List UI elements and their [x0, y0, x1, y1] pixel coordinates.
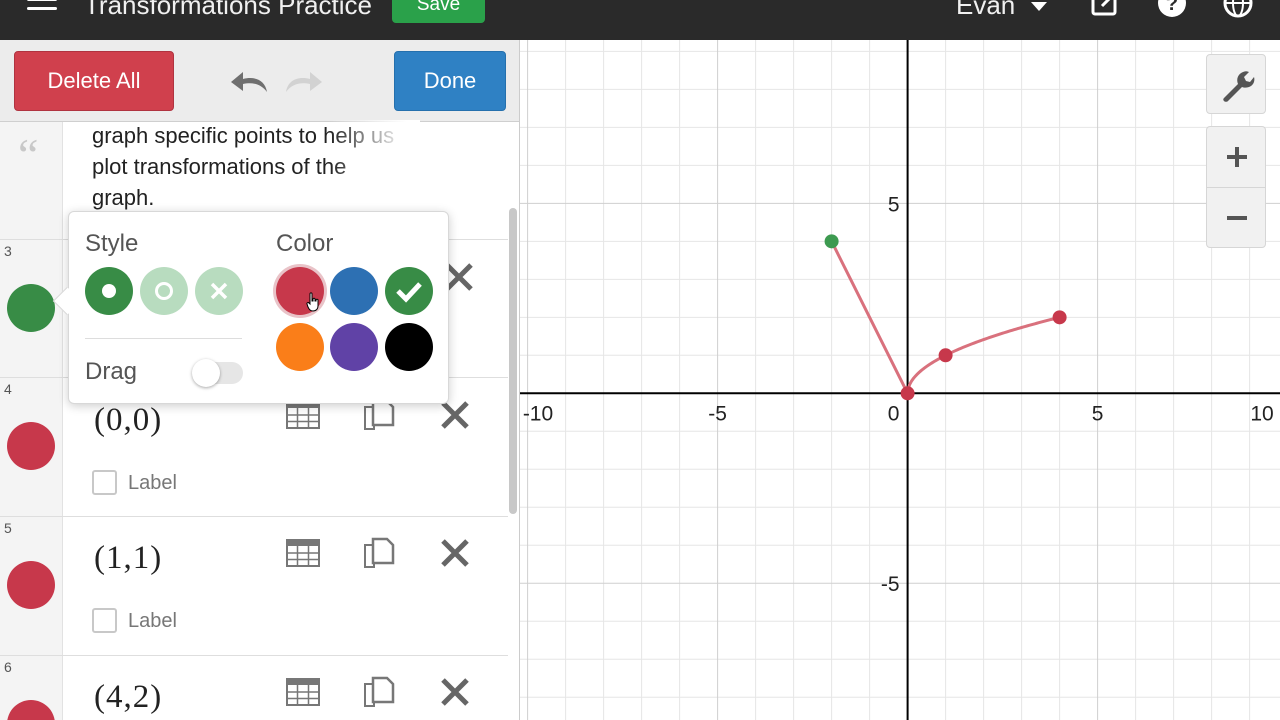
color-swatch-black[interactable]: [385, 323, 433, 371]
user-menu[interactable]: Evan: [956, 0, 1015, 21]
expression-color-dot[interactable]: [7, 422, 55, 470]
top-bar: Transformations Practice Save Evan ?: [0, 0, 1280, 40]
label-checkbox[interactable]: [92, 470, 117, 495]
note-fade: [330, 120, 420, 215]
style-heading: Style: [85, 230, 139, 257]
toggle-knob[interactable]: [192, 359, 220, 387]
graph-settings-button[interactable]: [1206, 54, 1266, 114]
quote-icon: “: [18, 129, 39, 180]
svg-text:?: ?: [1166, 0, 1178, 15]
graph-point: [938, 348, 953, 363]
x-tick-label: -10: [523, 402, 553, 425]
delete-all-button[interactable]: Delete All: [14, 51, 174, 111]
expression-input[interactable]: (0,0): [94, 402, 162, 439]
duplicate-icon[interactable]: [362, 675, 396, 709]
label-checkbox-text[interactable]: Label: [128, 472, 177, 495]
done-button[interactable]: Done: [394, 51, 506, 111]
row-divider: [0, 655, 508, 656]
cross-icon: [210, 282, 228, 300]
undo-icon[interactable]: [229, 68, 271, 96]
check-icon: [396, 282, 422, 303]
globe-icon[interactable]: [1223, 0, 1253, 18]
row-divider: [0, 516, 508, 517]
panel-scrollbar[interactable]: [509, 208, 517, 514]
help-icon[interactable]: ?: [1157, 0, 1187, 18]
graph-canvas[interactable]: -10 -5 0 5 10 5 -5: [520, 40, 1280, 720]
graph-point: [1052, 310, 1067, 325]
popup-divider: [85, 338, 242, 339]
wrench-icon: [1223, 71, 1255, 102]
chevron-down-icon[interactable]: [1031, 2, 1047, 11]
zoom-out-icon[interactable]: [1207, 188, 1267, 248]
x-tick-label: 0: [888, 402, 900, 425]
expression-input[interactable]: (4,2): [94, 679, 162, 716]
expression-number: 3: [4, 243, 12, 259]
style-color-popup: Style Color Drag: [52, 211, 449, 404]
color-swatch-orange[interactable]: [276, 323, 324, 371]
expression-number: 5: [4, 520, 12, 536]
x-tick-label: 5: [1092, 402, 1104, 425]
label-checkbox[interactable]: [92, 608, 117, 633]
style-option-cross-point[interactable]: [195, 267, 243, 315]
drag-toggle[interactable]: [192, 359, 243, 387]
label-checkbox-text[interactable]: Label: [128, 610, 177, 633]
expression-toolbar: Delete All Done: [0, 40, 519, 122]
save-button[interactable]: Save: [392, 0, 485, 23]
drag-label: Drag: [85, 358, 138, 385]
expression-number: 4: [4, 381, 12, 397]
color-swatch-purple[interactable]: [330, 323, 378, 371]
style-option-open-point[interactable]: [140, 267, 188, 315]
expression-color-dot[interactable]: [7, 561, 55, 609]
menu-icon[interactable]: [27, 0, 59, 18]
expression-gutter: [0, 122, 63, 720]
tick-labels: -10 -5 0 5 10 5 -5: [523, 193, 1274, 596]
close-icon[interactable]: [438, 675, 472, 709]
graph-point-highlighted: [824, 234, 839, 249]
y-tick-label: 5: [888, 193, 900, 216]
expression-number: 6: [4, 659, 12, 675]
graph-point: [900, 386, 915, 401]
table-icon[interactable]: [286, 536, 320, 570]
expression-color-dot[interactable]: [7, 284, 55, 332]
hand-cursor-icon: [306, 292, 319, 312]
color-swatch-blue[interactable]: [330, 267, 378, 315]
redo-icon[interactable]: [282, 68, 324, 96]
x-tick-label: -5: [708, 402, 727, 425]
close-icon[interactable]: [438, 536, 472, 570]
zoom-in-icon[interactable]: [1207, 127, 1267, 187]
style-option-filled-point[interactable]: [85, 267, 133, 315]
y-tick-label: -5: [881, 573, 900, 596]
color-swatch-green[interactable]: [385, 267, 433, 315]
graph-title[interactable]: Transformations Practice: [84, 0, 372, 21]
x-tick-label: 10: [1250, 402, 1273, 425]
expression-input[interactable]: (1,1): [94, 540, 162, 577]
duplicate-icon[interactable]: [362, 536, 396, 570]
zoom-controls: [1206, 126, 1266, 248]
table-icon[interactable]: [286, 675, 320, 709]
share-icon[interactable]: [1090, 0, 1120, 18]
color-heading: Color: [276, 230, 334, 257]
